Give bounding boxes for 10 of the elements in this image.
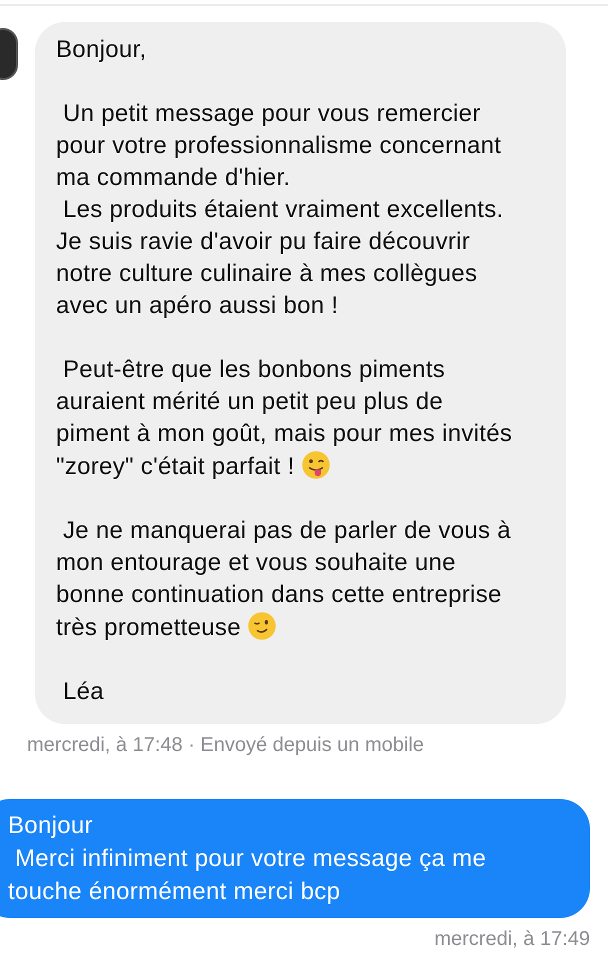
message-timestamp: mercredi, à 17:49 [434, 928, 590, 951]
winking-face-icon [246, 611, 277, 641]
tongue-out-face-icon [300, 450, 331, 480]
message-text: Bonjour, [56, 35, 148, 65]
message-text: Bonjour Merci infiniment pour votre message ça me touche énormément merci bcp [8, 811, 488, 907]
message-text: Peut-être que les bonbons piments auraient mérité un petit peu plus de piment à mon goût, mais pour mes invités "zorey" c'était parfait ! [56, 355, 514, 482]
message-timestamp: mercredi, à 17:48 · Envoyé depuis un mobile [27, 734, 424, 757]
message-text: Je ne manquerai pas de parler de vous à mon entourage et vous souhaite une bonne continuation dans cette entreprise très prometteuse [56, 516, 512, 643]
message-text: Un petit message pour vous remercier pour votre professionnalisme concernant ma commande d'hier. Les produits étaient vraiment excellents. Je suis ravie d'avoir pu faire découvrir notre culture culinaire à mes collègues avec un apéro aussi bon ! [56, 99, 504, 321]
message-text: Léa [62, 677, 105, 707]
